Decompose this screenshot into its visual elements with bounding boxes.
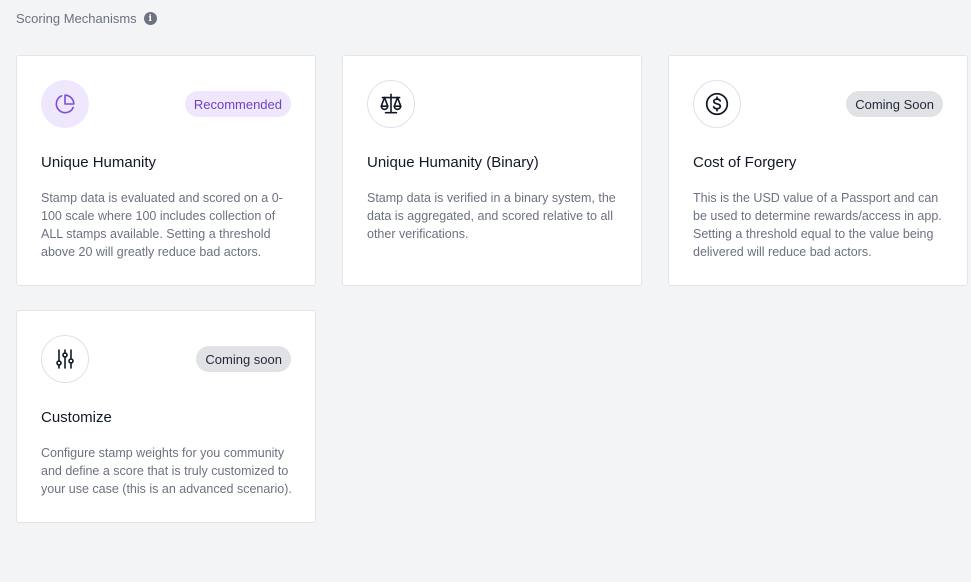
card-title: Unique Humanity (Binary): [367, 154, 539, 171]
section-header: Scoring Mechanisms i: [16, 11, 157, 26]
section-title: Scoring Mechanisms: [16, 11, 137, 26]
card-title: Unique Humanity: [41, 154, 157, 171]
pie-chart-icon: [41, 80, 89, 128]
coming-soon-badge: Coming soon: [196, 346, 291, 372]
card-title: Cost of Forgery: [693, 154, 797, 171]
card-description: Stamp data is evaluated and scored on a …: [41, 191, 283, 259]
coming-soon-badge: Coming Soon: [846, 91, 943, 117]
card-description: Stamp data is verified in a binary syste…: [367, 191, 616, 241]
sliders-icon: [41, 335, 89, 383]
card-unique-humanity-binary[interactable]: Unique Humanity (Binary) Stamp data is v…: [342, 55, 642, 286]
card-cost-of-forgery[interactable]: Coming Soon Cost of Forgery This is the …: [668, 55, 968, 286]
card-description: Configure stamp weights for you communit…: [41, 446, 292, 496]
info-icon[interactable]: i: [143, 12, 157, 25]
scale-icon: [367, 80, 415, 128]
dollar-icon: [693, 80, 741, 128]
card-title: Customize: [41, 409, 112, 426]
card-customize[interactable]: Coming soon Customize Configure stamp we…: [16, 310, 316, 523]
card-description: This is the USD value of a Passport and …: [693, 191, 942, 259]
recommended-badge: Recommended: [184, 91, 291, 117]
card-unique-humanity[interactable]: Recommended Unique Humanity Stamp data i…: [16, 55, 316, 286]
